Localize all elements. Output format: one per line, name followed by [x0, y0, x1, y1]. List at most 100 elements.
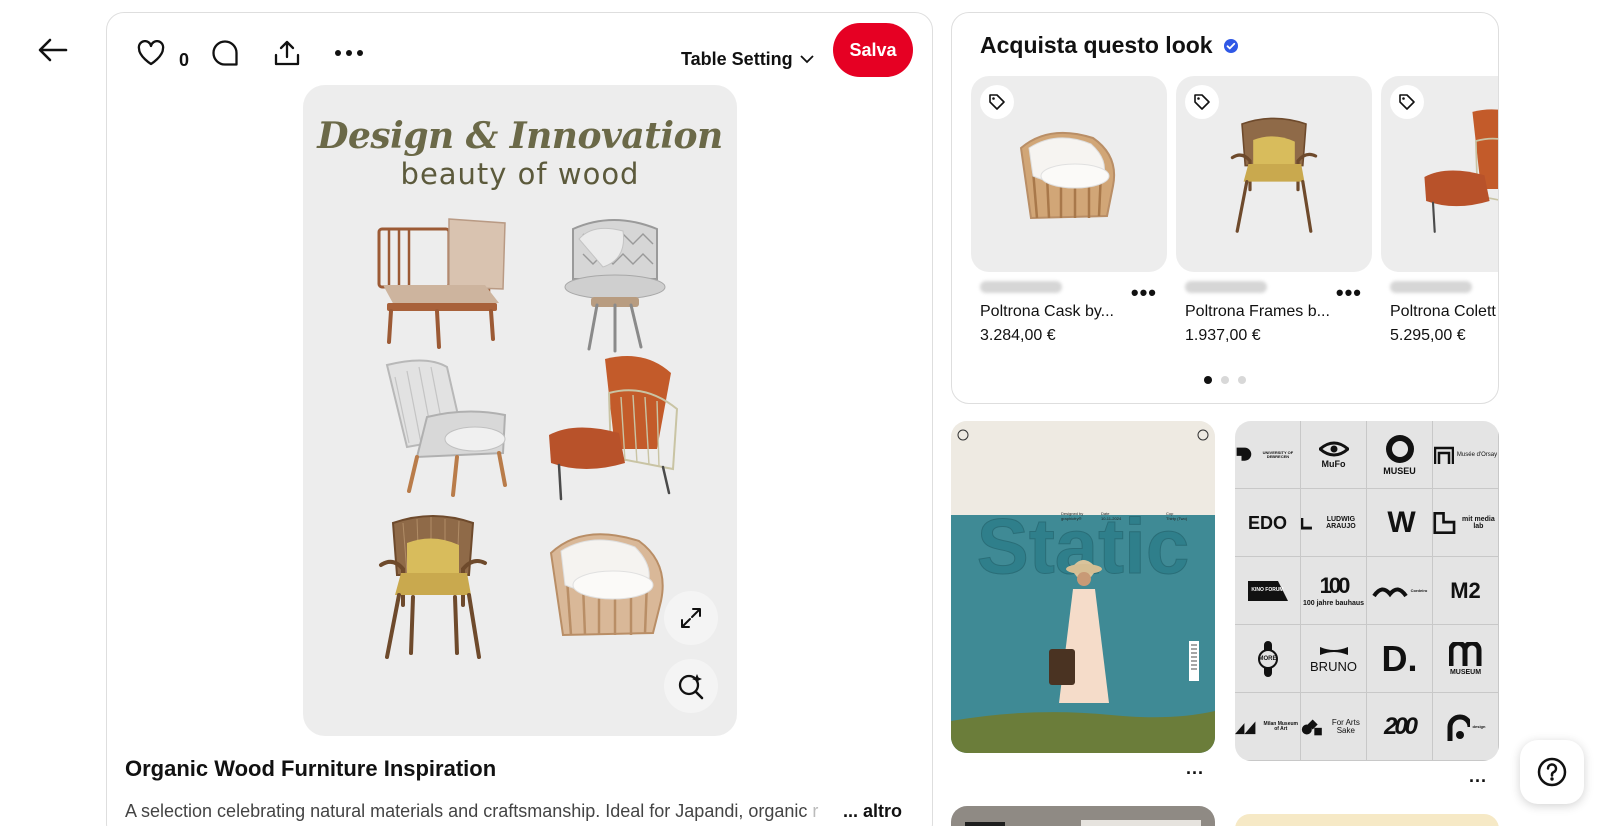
logo-cell: For Arts Sake — [1301, 693, 1367, 761]
pin-image-subtitle: beauty of wood — [400, 157, 640, 191]
arrow-left-icon — [38, 38, 68, 62]
pin-toolbar: 0 Table Setting Salva — [107, 13, 932, 87]
logo-cell: MORE — [1235, 625, 1301, 693]
logo-cell: BRUNO — [1301, 625, 1367, 693]
product-card[interactable]: ••• Poltrona Cask by... 3.284,00 € — [971, 76, 1167, 344]
logo-text: mit media lab — [1462, 515, 1495, 530]
product-card[interactable]: Poltrona Colett 5.295,00 € — [1381, 76, 1498, 344]
chair-image-rust-lounge — [549, 356, 679, 501]
like-button[interactable] — [131, 33, 171, 73]
verified-badge-icon — [1223, 38, 1238, 53]
share-icon — [274, 40, 300, 66]
related-pin-partial[interactable] — [1235, 814, 1499, 826]
chair-image-cask-white — [549, 533, 664, 637]
product-name[interactable]: Poltrona Cask by... — [980, 303, 1114, 321]
pin-description: A selection celebrating natural material… — [125, 801, 818, 822]
product-merchant — [1390, 281, 1472, 293]
logo-cell: EDO — [1235, 489, 1301, 557]
more-icon — [335, 50, 363, 56]
chair-image-woven-swivel — [564, 219, 666, 353]
logo-cell: mit media lab — [1433, 489, 1499, 557]
back-button[interactable] — [33, 30, 73, 70]
product-chair-colette — [1424, 109, 1498, 233]
visual-search-icon — [678, 674, 704, 700]
pin-image-title: Design & Innovation — [317, 115, 723, 157]
logo-cell: M2 — [1433, 557, 1499, 625]
product-more-button[interactable]: ••• — [1336, 280, 1362, 306]
shop-title-text: Acquista questo look — [980, 32, 1213, 58]
comment-icon — [212, 40, 238, 66]
chevron-down-icon — [800, 55, 814, 64]
pin-image[interactable]: Design & Innovation beauty of wood — [303, 85, 737, 736]
logo-text: MORE — [1258, 655, 1277, 662]
chair-image-wood-slat — [377, 218, 506, 349]
product-merchant — [1185, 281, 1267, 293]
related-pin-logos[interactable]: UNIVERSITY OF DEBRECEN MuFo MUSEU Musée … — [1235, 421, 1499, 761]
pin-card: 0 Table Setting Salva Design & Innovatio… — [106, 12, 933, 826]
related-pin-partial[interactable] — [951, 806, 1215, 826]
pagination-dot[interactable] — [1204, 376, 1212, 384]
board-select[interactable]: Table Setting — [681, 49, 814, 70]
product-more-button[interactable]: ••• — [1131, 280, 1157, 306]
logo-text: D. — [1381, 637, 1418, 679]
logo-text: For Arts Sake — [1331, 717, 1360, 735]
carousel-pagination — [952, 376, 1498, 384]
product-name[interactable]: Poltrona Frames b... — [1185, 303, 1330, 321]
logo-text: KINO FORUM — [1251, 587, 1284, 593]
logo-cell: design — [1433, 693, 1499, 761]
product-chair-cask — [1019, 131, 1115, 220]
logo-cell: 100 100 jahre bauhaus — [1301, 557, 1367, 625]
logo-text: Cordeiro — [1410, 587, 1428, 593]
logo-text: Musée d'Orsay — [1456, 451, 1498, 458]
logo-cell: D. — [1367, 625, 1433, 693]
product-image[interactable] — [971, 76, 1167, 272]
pagination-dot[interactable] — [1238, 376, 1246, 384]
share-button[interactable] — [267, 33, 307, 73]
product-merchant — [980, 281, 1062, 293]
logo-text: design — [1472, 723, 1486, 729]
product-name[interactable]: Poltrona Colett — [1390, 303, 1496, 321]
partial-pin-graphic — [1081, 820, 1201, 826]
chair-image-rattan-yellow — [379, 515, 487, 659]
help-icon — [1537, 757, 1567, 787]
related-pin-more-button[interactable]: ... — [1186, 758, 1204, 779]
logo-text: MUSEU — [1383, 465, 1416, 476]
more-options-button[interactable] — [329, 33, 369, 73]
logo-grid-image: UNIVERSITY OF DEBRECEN MuFo MUSEU Musée … — [1235, 421, 1499, 761]
pin-description-text: A selection celebrating natural material… — [125, 801, 808, 821]
product-price: 1.937,00 € — [1185, 327, 1261, 344]
product-image[interactable] — [1176, 76, 1372, 272]
logo-text: 100 — [1319, 572, 1351, 598]
help-button[interactable] — [1520, 740, 1584, 804]
logo-cell: 200 — [1367, 693, 1433, 761]
logo-text: MuFo — [1321, 458, 1346, 469]
logo-text: LUDWIG ARAUJO — [1326, 515, 1356, 530]
product-card[interactable]: ••• Poltrona Frames b... 1.937,00 € — [1176, 76, 1372, 344]
logo-text: BRUNO — [1310, 658, 1357, 674]
product-chair-frames — [1230, 117, 1318, 233]
product-image[interactable] — [1381, 76, 1498, 272]
related-pin-magazine[interactable]: Designed by graphicfry® Date 10-11-2024 … — [951, 421, 1215, 753]
logo-text: W — [1387, 505, 1415, 539]
logo-text: EDO — [1247, 512, 1287, 533]
pin-title: Organic Wood Furniture Inspiration — [125, 756, 497, 781]
logo-text: MUSEUM — [1449, 668, 1482, 676]
logo-cell: MUSEUM — [1433, 625, 1499, 693]
logo-cell: UNIVERSITY OF DEBRECEN — [1235, 421, 1301, 489]
related-pin-more-button[interactable]: ... — [1469, 766, 1487, 787]
tag-icon — [980, 85, 1014, 119]
tag-icon — [1390, 85, 1424, 119]
visual-search-button[interactable] — [664, 659, 718, 713]
comment-button[interactable] — [205, 33, 245, 73]
expand-button[interactable] — [664, 591, 718, 645]
shop-the-look-card: Acquista questo look ••• Poltrona Cask b… — [951, 12, 1499, 404]
product-price: 5.295,00 € — [1390, 327, 1466, 344]
product-carousel[interactable]: ••• Poltrona Cask by... 3.284,00 € ••• P… — [971, 76, 1498, 356]
pagination-dot[interactable] — [1221, 376, 1229, 384]
magazine-cover-image: Designed by graphicfry® Date 10-11-2024 … — [951, 421, 1215, 753]
expand-icon — [681, 608, 701, 628]
logo-text: M2 — [1450, 577, 1481, 603]
logo-text: 100 jahre bauhaus — [1302, 599, 1365, 607]
save-button[interactable]: Salva — [833, 23, 913, 77]
more-link[interactable]: ... altro — [839, 801, 903, 822]
